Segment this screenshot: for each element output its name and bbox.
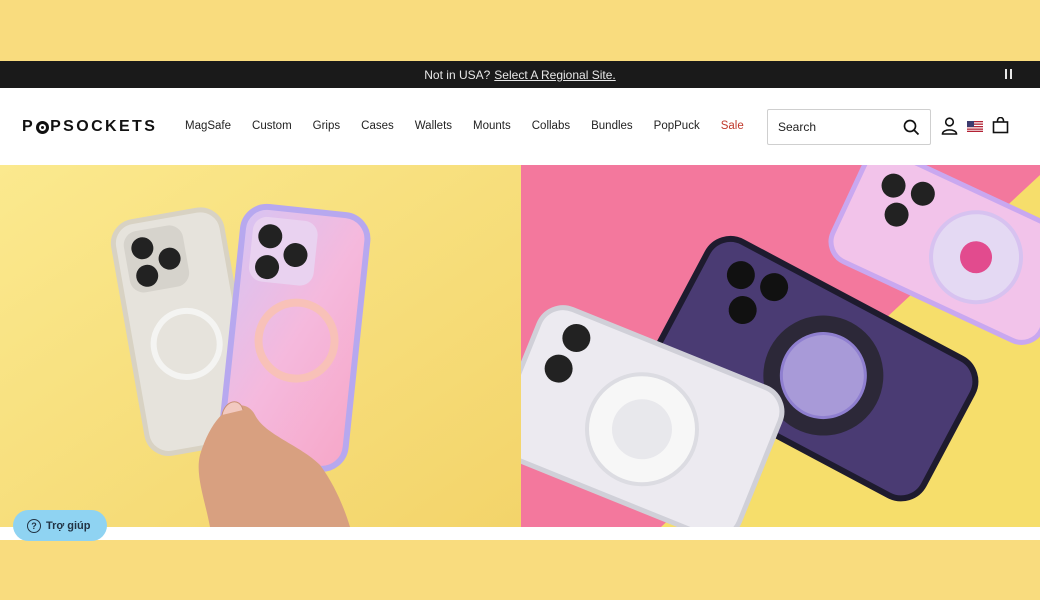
site-header: P PSOCKETS MagSafe Custom Grips Cases Wa… [0, 88, 1040, 165]
nav-item-wallets[interactable]: Wallets [415, 120, 452, 132]
nav-item-collabs[interactable]: Collabs [532, 120, 570, 132]
hero-right-phones [521, 165, 1040, 527]
popsockets-logo[interactable]: P PSOCKETS [22, 118, 157, 136]
nav-item-bundles[interactable]: Bundles [591, 120, 633, 132]
main-nav: MagSafe Custom Grips Cases Wallets Mount… [185, 120, 765, 132]
pause-icon[interactable] [1005, 69, 1012, 79]
help-button[interactable]: ? Trợ giúp [13, 510, 107, 541]
search-box [767, 109, 931, 145]
help-label: Trợ giúp [46, 519, 91, 532]
announcement-bar: Not in USA? Select A Regional Site. [0, 61, 1040, 88]
account-icon[interactable] [941, 117, 958, 135]
nav-item-poppuck[interactable]: PopPuck [654, 120, 700, 132]
nav-item-cases[interactable]: Cases [361, 120, 394, 132]
nav-item-magsafe[interactable]: MagSafe [185, 120, 231, 132]
nav-item-grips[interactable]: Grips [313, 120, 340, 132]
hero-bottom-strip [0, 527, 1040, 540]
cart-icon[interactable] [992, 117, 1009, 134]
nav-item-mounts[interactable]: Mounts [473, 120, 511, 132]
us-flag-icon[interactable] [967, 121, 983, 132]
help-icon: ? [27, 518, 41, 533]
search-icon[interactable] [903, 119, 920, 136]
hero-image-right[interactable] [521, 165, 1040, 527]
regional-site-link[interactable]: Select A Regional Site. [494, 68, 615, 82]
logo-o-icon [36, 120, 50, 134]
hero-image-left[interactable] [0, 165, 521, 527]
nav-item-sale[interactable]: Sale [721, 120, 744, 132]
announcement-text: Not in USA? [424, 67, 491, 82]
nav-item-custom[interactable]: Custom [252, 120, 292, 132]
hero-left-phones [0, 165, 521, 527]
search-input[interactable] [778, 120, 888, 134]
